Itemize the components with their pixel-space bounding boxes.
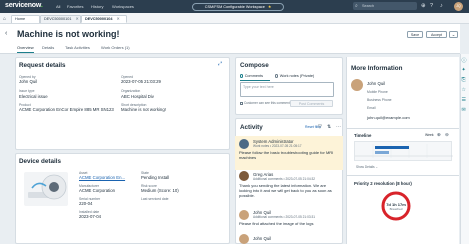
- mobile-phone-label: Mobile Phone: [367, 90, 388, 94]
- global-search-input[interactable]: ⌕ Search: [353, 2, 417, 10]
- activity-title: Activity: [240, 124, 263, 131]
- activity-text: Please follow the basic troubleshooting …: [239, 150, 334, 160]
- activity-meta: Additional comments • 2023-07-05 21:03:3…: [253, 215, 316, 219]
- email-label: Email: [367, 106, 376, 110]
- help-icon[interactable]: ?: [430, 3, 433, 9]
- activity-text: Please find attached the image of the lo…: [239, 221, 314, 226]
- show-details-link[interactable]: Show Details ⌄: [356, 165, 378, 169]
- work-notes-radio[interactable]: Work notes (Private): [275, 74, 314, 78]
- edit-icon[interactable]: ⤢: [218, 61, 222, 67]
- recommendations-icon[interactable]: ☆: [462, 87, 466, 93]
- servicenow-logo[interactable]: servicenow.: [5, 2, 43, 9]
- field-value: Pending Install: [141, 175, 170, 180]
- request-details-title: Request details: [19, 62, 66, 69]
- field-value: ACME Corporation EnCor Empire 885 MR SN1…: [19, 107, 114, 112]
- timeline-range-select[interactable]: Week: [425, 133, 434, 137]
- avatar: [239, 234, 249, 244]
- avatar: [239, 210, 249, 220]
- compose-textarea[interactable]: Type your text here: [240, 82, 334, 97]
- avatar: [239, 171, 249, 181]
- filter-icon[interactable]: ▽: [318, 124, 322, 130]
- tab-devc50000104[interactable]: DEVC50000104 ✕: [81, 15, 127, 23]
- tab-work-orders[interactable]: Work Orders (1): [101, 45, 130, 50]
- zoom-out-icon[interactable]: ⊖: [445, 132, 449, 138]
- tab-devc50000101[interactable]: DEVC50000101 ✕: [40, 15, 81, 23]
- close-icon[interactable]: ✕: [75, 17, 78, 21]
- zoom-in-icon[interactable]: ⊕: [437, 132, 441, 138]
- contact-avatar: [351, 79, 363, 91]
- notifications-icon[interactable]: ♪: [440, 3, 443, 9]
- more-info-title: More Information: [351, 65, 403, 72]
- field-value: 2023-07-05 21:03:29: [121, 79, 161, 84]
- active-tab-indicator: [240, 79, 270, 81]
- tab-overview[interactable]: Overview: [17, 45, 34, 53]
- nav-workspaces[interactable]: Workspaces: [112, 4, 134, 9]
- more-options-button[interactable]: ⌄: [449, 31, 458, 38]
- agent-assist-icon[interactable]: ✦: [462, 67, 466, 73]
- activity-meta: Additional comments • 2023-07-05 21:04:3…: [253, 177, 316, 181]
- top-navigation-bar: servicenow. All Favorites History Worksp…: [0, 0, 469, 13]
- field-value: ABC Hospital Div: [121, 94, 154, 99]
- more-icon[interactable]: ⋯: [336, 124, 341, 130]
- field-label: Organization: [121, 89, 141, 93]
- asset-link[interactable]: ACME Corporation En...: [79, 175, 125, 180]
- field-value: ACME Corporation: [79, 188, 116, 193]
- activity-text: Thank you sending the latest information…: [239, 183, 332, 198]
- accept-button[interactable]: Accept: [426, 31, 447, 38]
- globe-icon[interactable]: ⊕: [421, 3, 426, 9]
- sla-status: Breached: [389, 207, 403, 211]
- device-image: [24, 172, 68, 206]
- tab-task-activities[interactable]: Task Activities: [65, 45, 90, 50]
- avatar: [239, 139, 249, 149]
- business-phone-label: Business Phone: [367, 98, 392, 102]
- page-title: Machine is not working!: [17, 29, 120, 39]
- contact-name[interactable]: John Quil: [367, 81, 385, 86]
- tab-details[interactable]: Details: [42, 45, 54, 50]
- field-value: Medium (Score: 10): [141, 188, 179, 193]
- field-value: John Quil: [19, 79, 38, 84]
- info-icon[interactable]: ⓘ: [462, 57, 467, 64]
- workspace-switcher[interactable]: CSM/FSM Configurable Workspace ★: [192, 2, 284, 11]
- tab-home[interactable]: Home: [11, 15, 40, 23]
- attachments-icon[interactable]: ⎘: [462, 77, 466, 83]
- divider: [0, 53, 460, 54]
- divider: [346, 175, 459, 176]
- knowledge-icon[interactable]: ☰: [462, 97, 466, 103]
- home-icon[interactable]: ⌂: [3, 16, 6, 22]
- chevron-down-icon[interactable]: ⌄: [108, 30, 113, 37]
- post-comments-button[interactable]: Post Comments: [290, 100, 333, 107]
- workspace-tab-bar: ⌂ Home DEVC50000101 ✕ DEVC50000104 ✕: [0, 13, 469, 24]
- chat-icon[interactable]: ✉: [462, 107, 466, 113]
- field-label: Issue type: [19, 89, 35, 93]
- customer-visible-checkbox[interactable]: Customer can see this comment: [240, 101, 290, 105]
- nav-favorites[interactable]: Favorites: [67, 4, 83, 9]
- compose-title: Compose: [240, 62, 269, 69]
- nav-history[interactable]: History: [91, 4, 103, 9]
- activity-meta: Work notes • 2023-07-05 21:05:17: [253, 144, 302, 148]
- priority-sla-title: Priority 2 resolution (8 hour): [354, 181, 412, 186]
- timeline-title: Timeline: [354, 133, 372, 138]
- nav-all[interactable]: All: [56, 4, 60, 9]
- field-value: 220-04: [79, 201, 93, 206]
- divider: [346, 128, 459, 129]
- comments-radio[interactable]: Comments: [240, 74, 263, 78]
- device-details-title: Device details: [19, 158, 62, 165]
- search-icon: ⌕: [355, 3, 358, 9]
- field-label: Last serviced date: [141, 197, 169, 201]
- activity-user: John Quil: [253, 236, 272, 241]
- contact-email[interactable]: john.quil@example.com: [367, 115, 410, 120]
- star-icon[interactable]: ★: [268, 5, 271, 9]
- field-value: Electrical issue: [19, 94, 48, 99]
- save-button[interactable]: Save: [407, 31, 423, 38]
- user-avatar[interactable]: JQ: [454, 2, 463, 11]
- close-icon[interactable]: ✕: [116, 17, 119, 21]
- field-value: Machine is not working!: [121, 107, 166, 112]
- field-value: 2023-07-04: [79, 214, 101, 219]
- back-arrow-icon[interactable]: ‹: [5, 30, 7, 37]
- timeline-chart[interactable]: [354, 141, 453, 161]
- sort-icon[interactable]: ⇅: [327, 124, 331, 130]
